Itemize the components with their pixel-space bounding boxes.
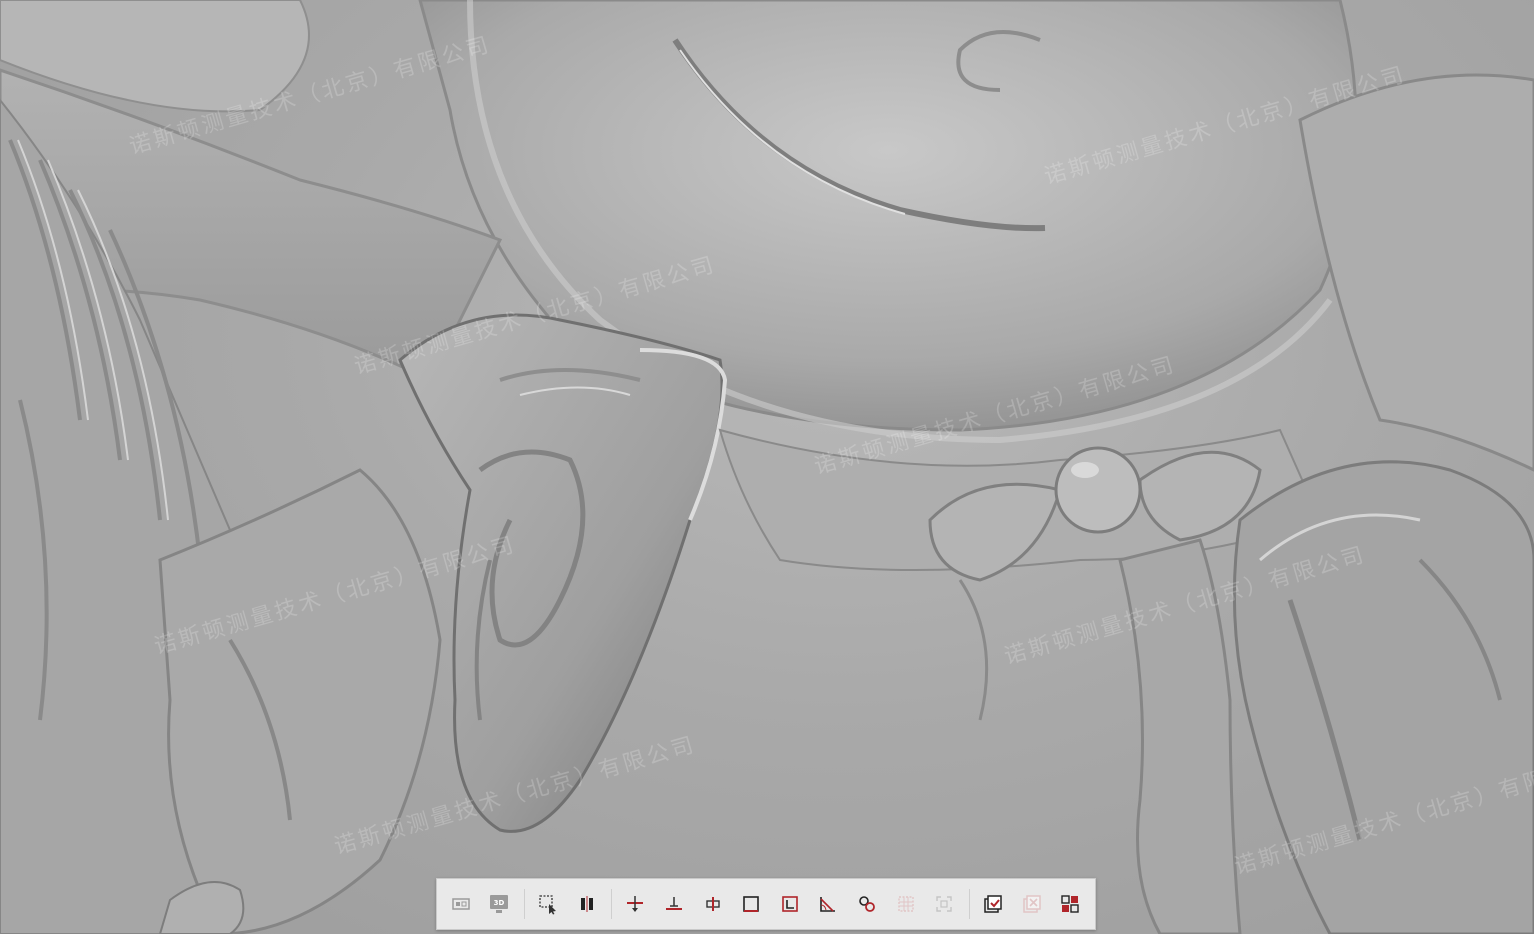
view-2d-button[interactable] [447,890,475,918]
view-2d-icon [452,898,470,910]
section-button[interactable] [699,890,727,918]
right-boot [1232,460,1534,934]
split-view-icon [580,896,593,912]
link-points-button[interactable] [853,890,881,918]
view-3d-icon: 3D [490,895,509,913]
confirm-button[interactable] [979,890,1007,918]
angle-measure-button[interactable] [815,890,843,918]
align-plane-icon [665,897,682,910]
view-3d-button[interactable]: 3D [486,890,514,918]
square-frame-icon [743,896,759,912]
corner-frame-icon [781,896,798,912]
bottom-toolbar: 3D [436,878,1096,930]
scanned-relief-mesh[interactable] [0,0,1534,934]
view-3d-label: 3D [494,899,505,907]
fit-view-icon [936,896,952,912]
sash-knot [1054,446,1142,534]
sash-tail [1118,538,1242,934]
cancel-icon [1022,895,1041,913]
move-down-icon [627,896,644,912]
select-region-icon [539,895,557,915]
link-points-icon [859,896,875,912]
move-down-button[interactable] [621,890,649,918]
grid-select-button[interactable] [892,890,920,918]
swap-layout-button[interactable] [1056,890,1084,918]
boot [398,313,724,833]
toolbar-separator [524,889,526,919]
section-icon [705,897,720,911]
split-view-button[interactable] [573,890,601,918]
fit-view-button[interactable] [930,890,958,918]
toolbar-separator [969,889,971,919]
align-plane-button[interactable] [660,890,688,918]
angle-measure-icon [820,897,836,912]
select-region-button[interactable] [534,890,562,918]
corner-frame-button[interactable] [776,890,804,918]
3d-viewport[interactable]: 诺斯顿测量技术（北京）有限公司 诺斯顿测量技术（北京）有限公司 诺斯顿测量技术（… [0,0,1534,934]
right-leg [1298,73,1534,472]
square-frame-button[interactable] [737,890,765,918]
swap-layout-icon [1061,895,1079,913]
cancel-button[interactable] [1018,890,1046,918]
toolbar-separator [611,889,613,919]
confirm-icon [984,895,1002,913]
grid-select-icon [897,896,914,912]
